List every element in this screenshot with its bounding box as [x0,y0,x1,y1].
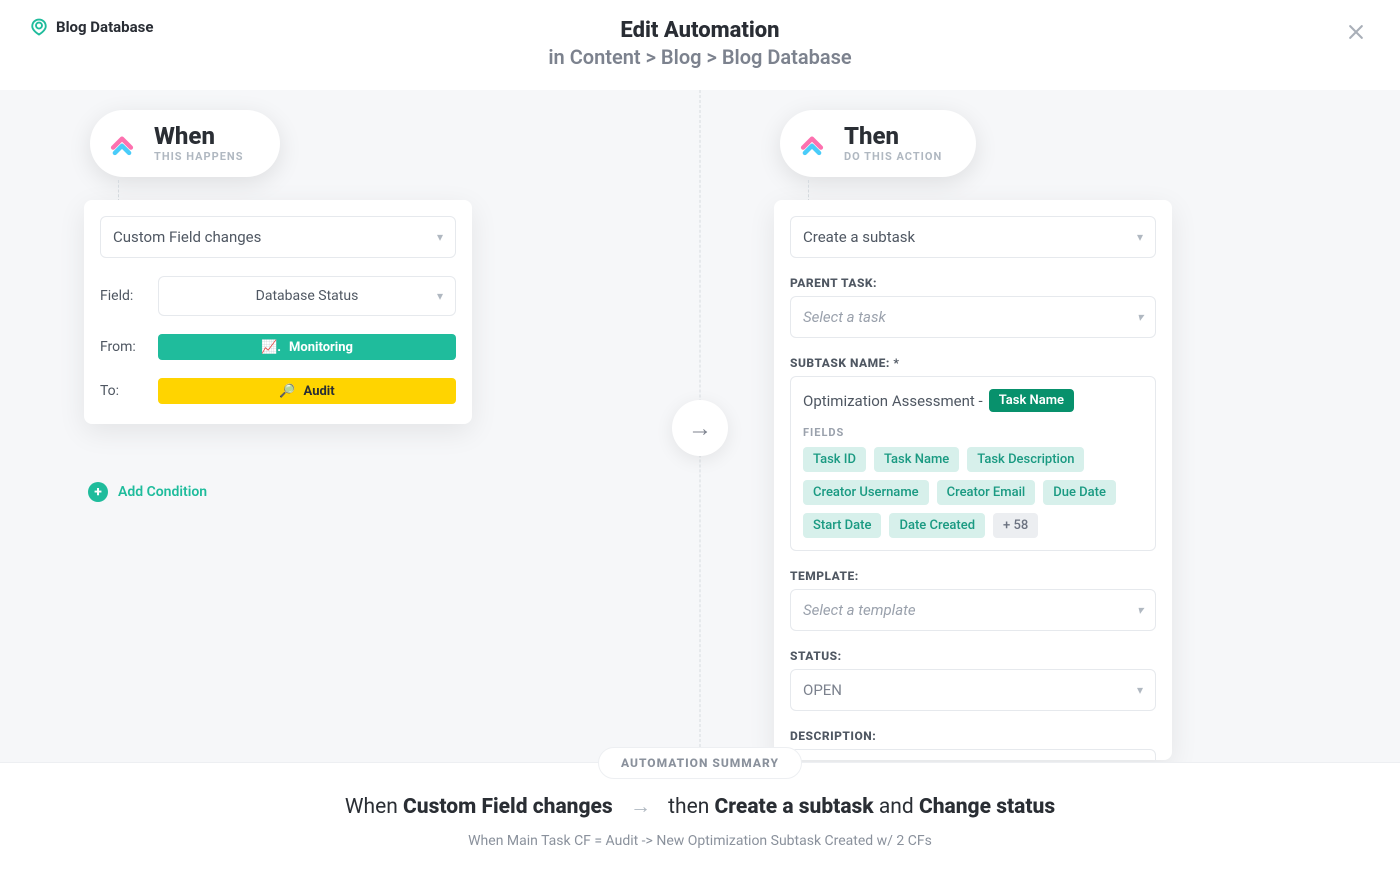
field-chip[interactable]: Due Date [1043,480,1116,505]
arrow-right-icon: → [630,795,651,819]
summary-pill: AUTOMATION SUMMARY [598,747,802,779]
chevron-down-icon: ▾ [1137,310,1143,324]
flow-arrow-icon: → [672,400,728,456]
subtask-name-line: Optimization Assessment - Task Name [803,389,1143,412]
status-label: STATUS: [790,649,1156,663]
to-status-text: Audit [304,384,335,399]
from-status-badge[interactable]: 📈. Monitoring [158,334,456,360]
task-name-token[interactable]: Task Name [989,389,1074,412]
to-status-badge[interactable]: 🔎 Audit [158,378,456,404]
when-subheading: THIS HAPPENS [154,150,243,163]
then-heading: Then [844,124,942,148]
template-value: Select a template [803,601,916,619]
chevron-down-icon: ▾ [1137,683,1143,697]
add-condition-label: Add Condition [118,484,207,500]
action-select-value: Create a subtask [803,228,915,246]
location-pill[interactable]: Blog Database [30,18,153,36]
more-fields-chip[interactable]: + 58 [993,513,1038,538]
close-button[interactable] [1344,22,1368,46]
parent-task-value: Select a task [803,308,886,326]
field-chip[interactable]: Task Name [874,447,959,472]
when-pill: When THIS HAPPENS [90,110,280,177]
subtask-name-label: SUBTASK NAME: * [790,356,1156,370]
from-label: From: [100,339,146,355]
to-label: To: [100,383,146,399]
field-select[interactable]: Database Status ▾ [158,276,456,316]
field-chip[interactable]: Creator Username [803,480,929,505]
chart-emoji-icon: 📈. [261,340,281,355]
clickup-logo-icon [794,126,830,162]
action-select[interactable]: Create a subtask ▾ [790,216,1156,258]
from-status-text: Monitoring [289,340,353,355]
breadcrumb: in Content > Blog > Blog Database [548,45,851,69]
summary-note: When Main Task CF = Audit -> New Optimiz… [0,833,1400,849]
description-label: DESCRIPTION: [790,729,1156,743]
title-block: Edit Automation in Content > Blog > Blog… [548,18,851,69]
description-preview[interactable]: Please follow the assessment process her… [790,749,1156,760]
trigger-select-value: Custom Field changes [113,228,261,246]
subtask-name-box[interactable]: Optimization Assessment - Task Name FIEL… [790,376,1156,551]
field-select-value: Database Status [256,288,359,304]
then-pill: Then DO THIS ACTION [780,110,976,177]
status-select[interactable]: OPEN ▾ [790,669,1156,711]
action-card: Create a subtask ▾ PARENT TASK: Select a… [774,200,1172,760]
field-chip[interactable]: Creator Email [937,480,1036,505]
field-chips-row: Task ID Task Name Task Description Creat… [803,447,1143,538]
page-title: Edit Automation [548,18,851,43]
parent-task-label: PARENT TASK: [790,276,1156,290]
when-heading: When [154,124,243,148]
chevron-down-icon: ▾ [437,289,443,303]
location-pin-icon [30,18,48,36]
trigger-select[interactable]: Custom Field changes ▾ [100,216,456,258]
field-chip[interactable]: Task Description [967,447,1084,472]
plus-icon: + [88,482,108,502]
connector-line [118,180,119,202]
field-chip[interactable]: Date Created [889,513,985,538]
trigger-card: Custom Field changes ▾ Field: Database S… [84,200,472,424]
subtask-name-prefix: Optimization Assessment - [803,392,983,410]
fields-label: FIELDS [803,426,1143,439]
template-label: TEMPLATE: [790,569,1156,583]
field-chip[interactable]: Start Date [803,513,881,538]
add-condition-button[interactable]: + Add Condition [88,482,207,502]
magnifier-emoji-icon: 🔎 [279,384,295,399]
location-text: Blog Database [56,18,153,36]
chevron-down-icon: ▾ [1137,603,1143,617]
chevron-down-icon: ▾ [1137,230,1143,244]
field-label: Field: [100,288,146,304]
field-chip[interactable]: Task ID [803,447,866,472]
from-row: From: 📈. Monitoring [100,334,456,360]
field-row: Field: Database Status ▾ [100,276,456,316]
template-select[interactable]: Select a template ▾ [790,589,1156,631]
footer: AUTOMATION SUMMARY When Custom Field cha… [0,762,1400,892]
clickup-logo-icon [104,126,140,162]
parent-task-select[interactable]: Select a task ▾ [790,296,1156,338]
connector-line [808,180,809,202]
automation-canvas: → When THIS HAPPENS Then DO THIS ACTION … [0,90,1400,762]
summary-line: When Custom Field changes → then Create … [0,795,1400,819]
then-subheading: DO THIS ACTION [844,150,942,163]
chevron-down-icon: ▾ [437,230,443,244]
header: Blog Database Edit Automation in Content… [0,0,1400,90]
status-value: OPEN [803,681,842,699]
to-row: To: 🔎 Audit [100,378,456,404]
